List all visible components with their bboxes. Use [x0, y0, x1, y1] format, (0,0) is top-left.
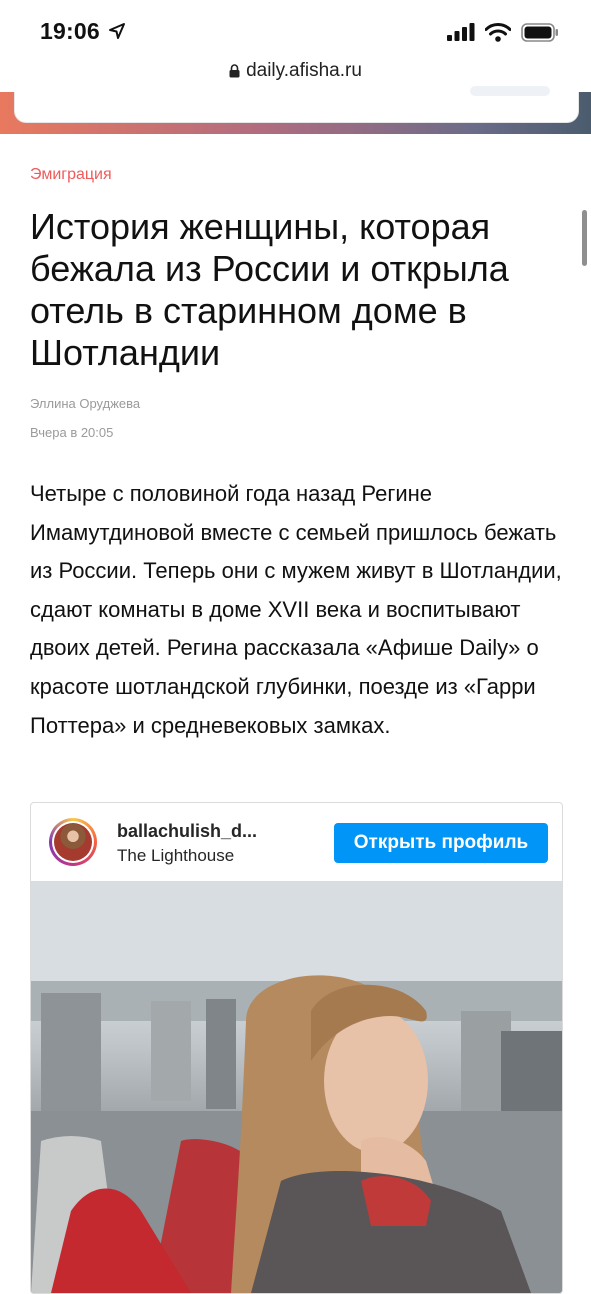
url-text: daily.afisha.ru [246, 60, 362, 81]
status-icons [447, 22, 559, 42]
embed-header: ballachulish_d... The Lighthouse Открыть… [31, 803, 562, 881]
embed-username[interactable]: ballachulish_d... [117, 821, 257, 842]
avatar-photo [54, 823, 92, 861]
article-author[interactable]: Эллина Оруджева [30, 396, 140, 411]
location-arrow-icon [109, 23, 125, 39]
open-profile-button[interactable]: Открыть профиль [334, 823, 548, 863]
wifi-icon [485, 22, 511, 42]
status-time: 19:06 [40, 18, 100, 44]
battery-icon [521, 22, 558, 42]
post-photo[interactable] [31, 881, 562, 1293]
article-date: Вчера в 20:05 [30, 425, 114, 440]
embed-location[interactable]: The Lighthouse [117, 846, 234, 866]
article-category[interactable]: Эмиграция [30, 166, 112, 184]
status-bar: 19:06 [0, 0, 591, 60]
site-header-card [14, 86, 579, 123]
lock-icon [229, 64, 240, 78]
header-pill [470, 86, 550, 96]
cellular-signal-icon [447, 23, 475, 41]
avatar[interactable] [49, 818, 97, 866]
scrollbar[interactable] [582, 210, 587, 266]
article-title: История женщины, которая бежала из Росси… [30, 206, 509, 373]
post-photo-illustration [31, 881, 562, 1293]
avatar-ring-inner [52, 821, 94, 863]
instagram-embed: ballachulish_d... The Lighthouse Открыть… [30, 802, 563, 1294]
article-lead: Четыре с половиной года назад Регине Има… [30, 481, 562, 738]
